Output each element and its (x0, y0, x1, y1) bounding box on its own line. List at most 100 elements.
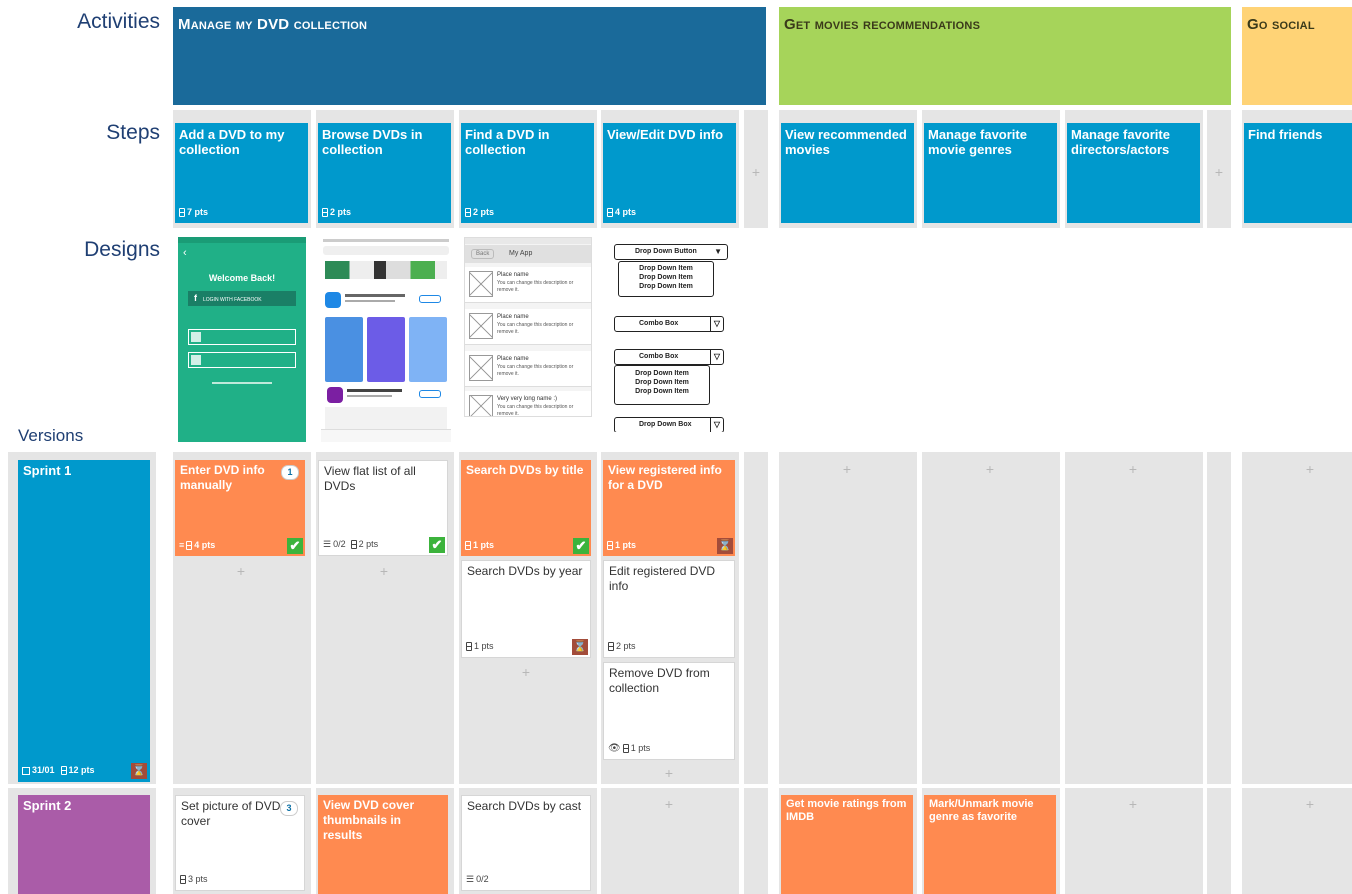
step-card[interactable]: Add a DVD to my collection 7 pts (175, 123, 308, 223)
nav-bar: Back My App (465, 245, 591, 263)
step-card[interactable]: View recommended movies (781, 123, 914, 223)
step-title: View recommended movies (785, 127, 907, 157)
add-story-button[interactable]: + (233, 563, 249, 579)
app-text (347, 389, 402, 392)
story-points: 1 pts (607, 538, 636, 553)
add-step-button[interactable]: + (748, 164, 764, 180)
add-step-button[interactable]: + (1211, 164, 1227, 180)
done-check-icon: ✔ (429, 537, 445, 553)
story-points: ≡ 4 pts (179, 538, 215, 553)
add-story-button[interactable]: + (1302, 461, 1318, 477)
list-item-name: Place name (497, 272, 529, 278)
step-title: Add a DVD to my collection (179, 127, 285, 157)
tasks-icon: ☰ (323, 539, 332, 549)
password-input[interactable] (188, 352, 296, 368)
comments-badge[interactable]: 3 (280, 801, 298, 816)
hourglass-icon (622, 744, 629, 753)
sprint-1-col-bg (1242, 452, 1352, 784)
step-title: View/Edit DVD info (607, 127, 724, 142)
story-card[interactable]: View registered info for a DVD 1 pts ⌛ (603, 460, 735, 556)
get-button[interactable] (419, 295, 441, 303)
image-placeholder-icon (469, 271, 493, 297)
add-story-button[interactable]: + (376, 563, 392, 579)
add-story-button[interactable]: + (1302, 796, 1318, 812)
tab-bar (321, 429, 451, 442)
search-bar[interactable] (323, 246, 449, 255)
add-story-button[interactable]: + (661, 765, 677, 781)
sprint-name: Sprint 2 (23, 798, 72, 813)
add-story-button[interactable]: + (839, 461, 855, 477)
drop-down-box[interactable]: Drop Down Box ▽ (614, 417, 724, 432)
list-item[interactable]: Place name You can change this descripti… (465, 351, 591, 387)
sprint-1-col-bg (922, 452, 1060, 784)
sprint-2-card[interactable]: Sprint 2 (18, 795, 150, 894)
step-card[interactable]: Manage favorite movie genres (924, 123, 1057, 223)
step-card[interactable]: Manage favorite directors/actors (1067, 123, 1200, 223)
story-card[interactable]: Search DVDs by year 1 pts ⌛ (461, 560, 591, 658)
comments-badge[interactable]: 1 (281, 465, 299, 480)
story-card[interactable]: Remove DVD from collection 👁 1 pts (603, 662, 735, 760)
list-item[interactable]: Place name You can change this descripti… (465, 267, 591, 303)
activity-get-recommendations[interactable]: Get movies recommendations (779, 7, 1231, 105)
story-points: 3 pts (180, 872, 208, 887)
hourglass-icon (466, 642, 472, 651)
list-item-name: Very very long name :) (497, 396, 558, 402)
combo-box[interactable]: Combo Box ▽ (614, 316, 724, 332)
combo-box[interactable]: Combo Box ▽ (614, 349, 724, 365)
dropdown-button[interactable]: Drop Down Button ▼ (614, 244, 728, 260)
story-card[interactable]: View flat list of all DVDs ☰ 0/2 2 pts ✔ (318, 460, 448, 556)
activity-go-social[interactable]: Go social (1242, 7, 1352, 105)
add-story-button[interactable]: + (982, 461, 998, 477)
tasks-icon: ☰ (466, 874, 475, 884)
sprint-2-col-bg (744, 788, 768, 894)
story-card[interactable]: Set picture of DVD cover 3 3 pts (175, 795, 305, 891)
dropdown-arrow-icon: ▽ (709, 418, 720, 432)
story-card[interactable]: Mark/Unmark movie genre as favorite (924, 795, 1056, 894)
story-card[interactable]: Enter DVD info manually 1 ≡ 4 pts ✔ (175, 460, 305, 556)
step-points: 2 pts (322, 205, 351, 220)
story-card[interactable]: Get movie ratings from IMDB (781, 795, 913, 894)
back-button[interactable]: Back (471, 249, 495, 259)
list-item[interactable]: Very very long name :) You can change th… (465, 391, 591, 416)
step-card[interactable]: Find friends (1244, 123, 1352, 223)
in-progress-icon: ⌛ (131, 763, 147, 779)
facebook-login-button[interactable]: f LOGIN WITH FACEBOOK (188, 291, 296, 306)
step-card[interactable]: View/Edit DVD info 4 pts (603, 123, 736, 223)
story-title: View DVD cover thumbnails in results (323, 798, 415, 842)
activity-manage-dvd[interactable]: Manage my DVD collection (173, 7, 766, 105)
step-card[interactable]: Find a DVD in collection 2 pts (461, 123, 594, 223)
add-story-button[interactable]: + (1125, 796, 1141, 812)
sprint-1-card[interactable]: Sprint 1 31/01 12 pts ⌛ (18, 460, 150, 782)
story-title: View registered info for a DVD (608, 463, 722, 492)
add-story-button[interactable]: + (1125, 461, 1141, 477)
list-item[interactable]: Place name You can change this descripti… (465, 309, 591, 345)
image-placeholder-icon (469, 395, 493, 416)
email-input[interactable] (188, 329, 296, 345)
story-card[interactable]: Edit registered DVD info 2 pts (603, 560, 735, 658)
hourglass-icon (350, 540, 357, 549)
design-login-mockup[interactable]: ‹ Welcome Back! f LOGIN WITH FACEBOOK (178, 237, 306, 442)
step-title: Manage favorite directors/actors (1071, 127, 1170, 157)
add-story-button[interactable]: + (661, 796, 677, 812)
sprint-1-col-bg (1065, 452, 1203, 784)
done-check-icon: ✔ (287, 538, 303, 554)
story-card[interactable]: Search DVDs by cast ☰ 0/2 (461, 795, 591, 891)
sprint-name: Sprint 1 (23, 463, 72, 478)
story-title: Edit registered DVD info (609, 564, 716, 593)
story-card[interactable]: Search DVDs by title 1 pts ✔ (461, 460, 591, 556)
hourglass-icon (608, 642, 614, 651)
hourglass-icon (179, 208, 185, 217)
story-points: 1 pts (466, 639, 494, 654)
forgot-link[interactable] (212, 382, 272, 384)
design-appstore-mockup[interactable] (321, 237, 451, 442)
step-card[interactable]: Browse DVDs in collection 2 pts (318, 123, 451, 223)
design-wireframe-mockup[interactable]: Drop Down Button ▼ Drop Down Item Drop Do… (608, 237, 734, 432)
sprint-meta: 31/01 12 pts (22, 763, 95, 778)
get-button[interactable] (419, 390, 441, 398)
add-story-button[interactable]: + (518, 664, 534, 680)
story-card[interactable]: View DVD cover thumbnails in results (318, 795, 448, 894)
sprint-1-col-bg (779, 452, 917, 784)
design-list-mockup[interactable]: Back My App Place name You can change th… (464, 237, 592, 417)
hourglass-icon (607, 541, 613, 550)
story-points: ☰ 0/2 2 pts (323, 537, 378, 552)
